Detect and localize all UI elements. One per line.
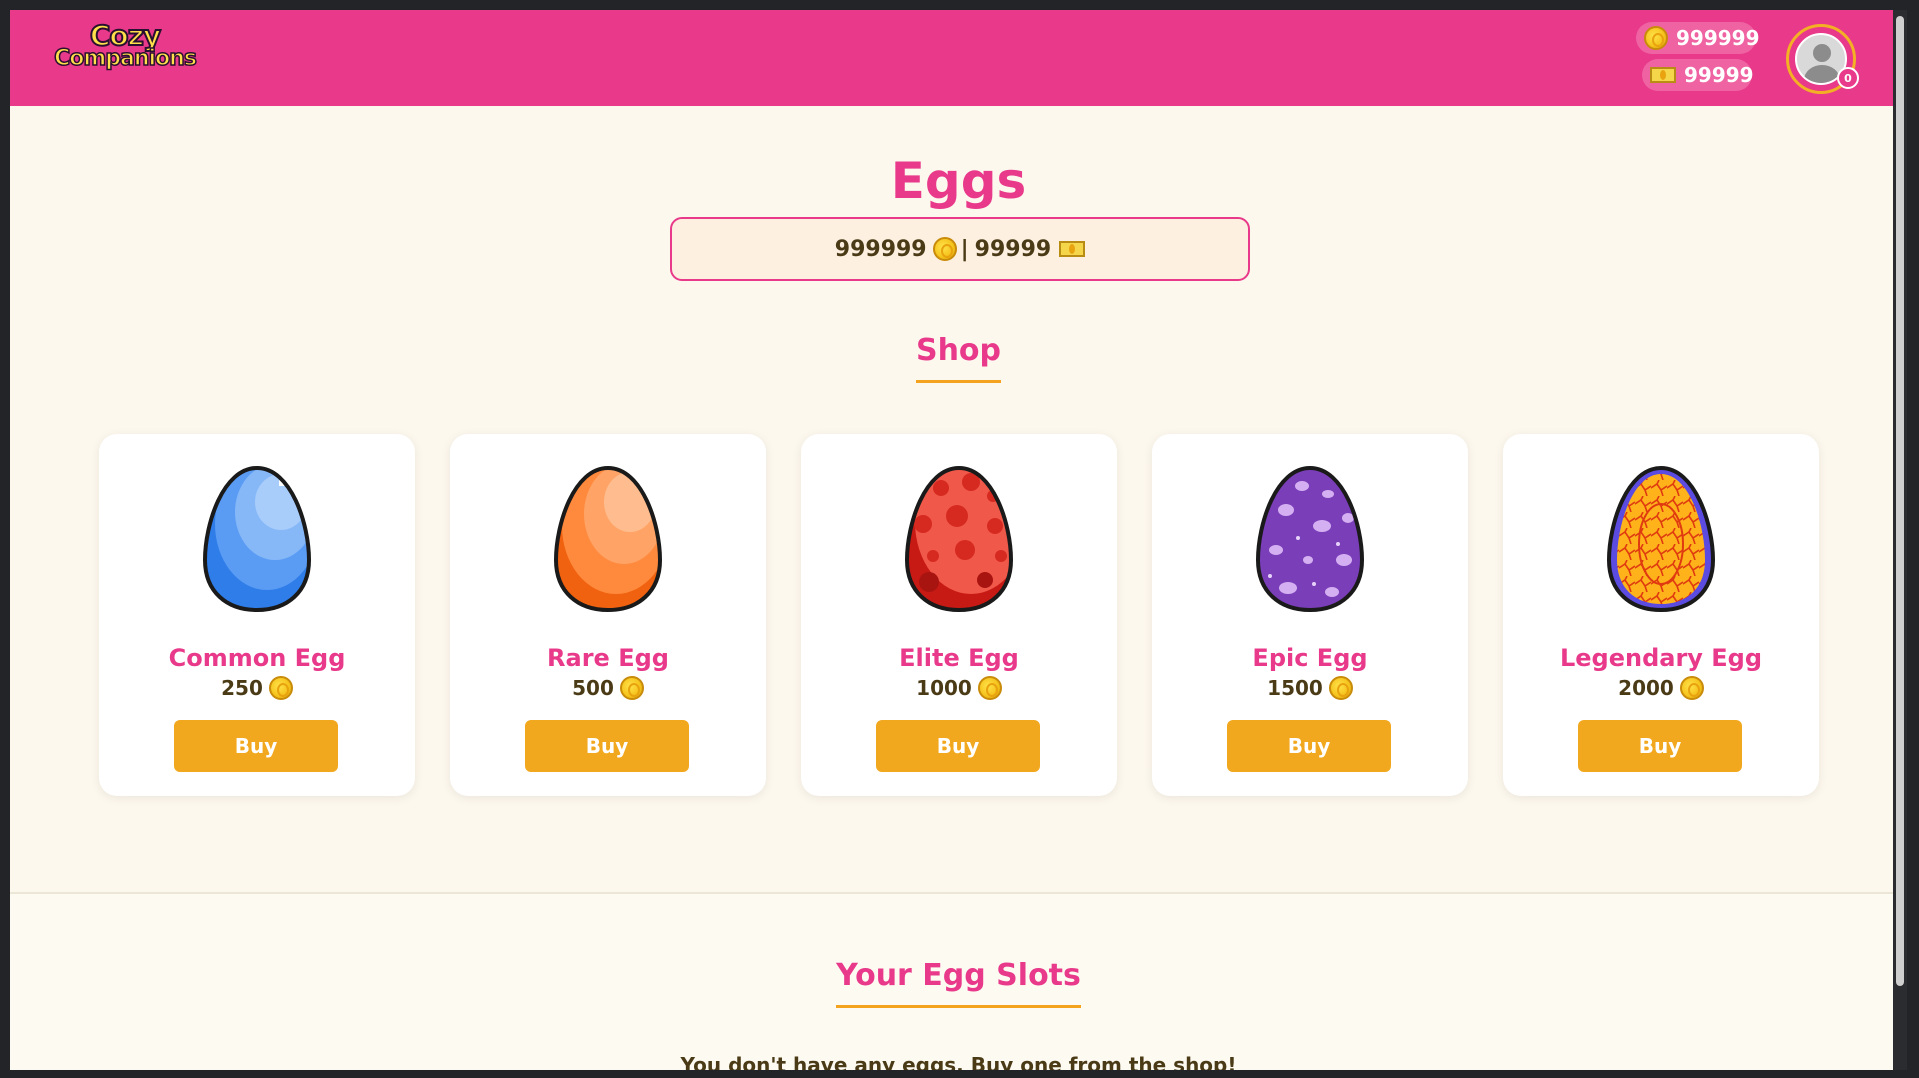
egg-name: Rare Egg xyxy=(547,644,669,672)
buy-epic-egg-button[interactable]: Buy xyxy=(1227,720,1391,772)
coins-value: 999999 xyxy=(1676,26,1760,50)
egg-price-value: 1000 xyxy=(916,676,972,700)
coin-icon xyxy=(977,676,1002,700)
egg-name: Common Egg xyxy=(168,644,346,672)
balance-separator: | xyxy=(960,236,969,262)
egg-name: Elite Egg xyxy=(899,644,1019,672)
common-egg-icon xyxy=(202,465,312,613)
egg-price-value: 250 xyxy=(221,676,263,700)
cash-balance-pill: 99999 xyxy=(1642,59,1754,91)
scrollbar-thumb[interactable] xyxy=(1896,16,1904,986)
buy-legendary-egg-button[interactable]: Buy xyxy=(1578,720,1742,772)
coin-icon xyxy=(1644,26,1668,50)
cash-icon xyxy=(1650,67,1676,83)
egg-price: 500 xyxy=(450,676,766,700)
egg-card-epic: Epic Egg 1500 Buy xyxy=(1152,434,1468,796)
egg-name: Epic Egg xyxy=(1252,644,1368,672)
top-header: Cozy Companions 999999 99999 0 xyxy=(10,10,1907,106)
coin-icon xyxy=(1679,676,1704,700)
buy-common-egg-button[interactable]: Buy xyxy=(174,720,338,772)
logo-line-2: Companions xyxy=(53,46,197,71)
rare-egg-icon xyxy=(553,465,663,613)
cash-value: 99999 xyxy=(1684,63,1754,87)
coins-balance-pill: 999999 xyxy=(1636,22,1760,54)
coin-icon xyxy=(1328,676,1353,700)
epic-egg-icon xyxy=(1255,465,1365,613)
egg-card-rare: Rare Egg 500 Buy xyxy=(450,434,766,796)
notification-badge: 0 xyxy=(1837,67,1859,89)
egg-price-value: 2000 xyxy=(1618,676,1674,700)
egg-price: 250 xyxy=(99,676,415,700)
egg-shop-grid: Common Egg 250 Buy Rare Egg 500 Buy Elit… xyxy=(99,434,1819,796)
egg-name: Legendary Egg xyxy=(1559,644,1763,672)
egg-price: 1000 xyxy=(801,676,1117,700)
egg-price-value: 1500 xyxy=(1267,676,1323,700)
app-viewport: Cozy Companions 999999 99999 0 Eggs 9999… xyxy=(10,10,1907,1070)
buy-rare-egg-button[interactable]: Buy xyxy=(525,720,689,772)
coin-icon xyxy=(619,676,644,700)
balance-cash-value: 99999 xyxy=(974,236,1052,262)
elite-egg-icon xyxy=(904,465,1014,613)
profile-avatar-button[interactable]: 0 xyxy=(1786,24,1859,94)
egg-price: 1500 xyxy=(1152,676,1468,700)
logo[interactable]: Cozy Companions xyxy=(53,21,197,82)
buy-elite-egg-button[interactable]: Buy xyxy=(876,720,1040,772)
egg-price: 2000 xyxy=(1503,676,1819,700)
coin-icon xyxy=(268,676,293,700)
egg-card-common: Common Egg 250 Buy xyxy=(99,434,415,796)
balance-summary: 999999 | 99999 xyxy=(670,217,1250,281)
empty-slots-message: You don't have any eggs. Buy one from th… xyxy=(680,1053,1237,1070)
egg-card-elite: Elite Egg 1000 Buy xyxy=(801,434,1117,796)
shop-section-title: Shop xyxy=(10,333,1907,383)
cash-icon xyxy=(1059,241,1086,257)
vertical-scrollbar[interactable] xyxy=(1893,10,1907,1070)
balance-coins-value: 999999 xyxy=(834,236,927,262)
legendary-egg-icon xyxy=(1606,465,1716,613)
page-title: Eggs xyxy=(890,152,1027,210)
shop-title-text: Shop xyxy=(915,333,1002,383)
coin-icon xyxy=(932,237,957,261)
egg-slots-title-text: Your Egg Slots xyxy=(836,958,1081,1008)
egg-slots-title: Your Egg Slots xyxy=(10,958,1907,1008)
egg-price-value: 500 xyxy=(572,676,614,700)
egg-card-legendary: Legendary Egg 2000 Buy xyxy=(1503,434,1819,796)
